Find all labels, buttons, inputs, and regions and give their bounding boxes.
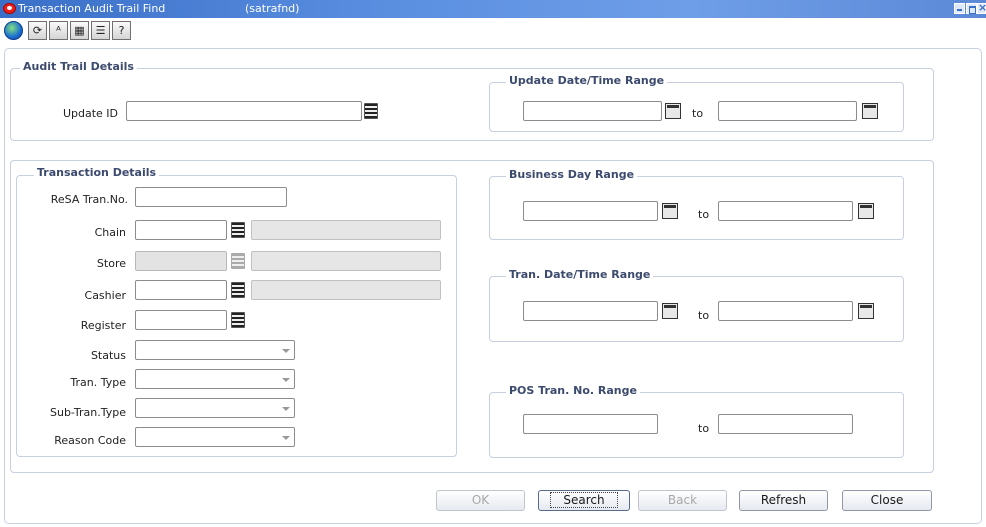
tran-datetime-to-input[interactable] [718, 301, 853, 321]
notes-icon[interactable]: ☰ [91, 21, 110, 40]
search-button[interactable]: Search [538, 490, 630, 511]
status-select[interactable] [135, 340, 295, 360]
close-button[interactable]: Close [842, 490, 932, 511]
transaction-details-title: Transaction Details [34, 166, 160, 179]
oracle-logo-icon [3, 3, 16, 14]
chevron-down-icon [282, 378, 290, 382]
business-day-from-input[interactable] [523, 201, 658, 221]
reason-code-label: Reason Code [54, 434, 126, 447]
chevron-down-icon [282, 436, 290, 440]
chain-label: Chain [94, 226, 126, 239]
toolbar: ⟳ ᴬ ▦ ☰ ? [0, 18, 986, 44]
tran-datetime-to-calendar-icon[interactable] [858, 303, 874, 319]
update-to-input[interactable] [718, 101, 857, 121]
store-input [135, 251, 227, 271]
panel-rule [170, 68, 470, 69]
tran-datetime-from-input[interactable] [523, 301, 658, 321]
update-range-title: Update Date/Time Range [506, 74, 668, 87]
business-day-to-calendar-icon[interactable] [858, 203, 874, 219]
cashier-description [251, 280, 441, 300]
globe-icon[interactable] [4, 21, 23, 40]
search-button-label: Search [550, 492, 618, 508]
help-icon[interactable]: ? [112, 21, 131, 40]
tran-datetime-to-label: to [698, 309, 710, 322]
minimize-icon[interactable] [954, 3, 965, 14]
pos-tran-from-input[interactable] [523, 414, 658, 434]
business-day-to-label: to [698, 208, 710, 221]
translate-icon[interactable]: ᴬ [49, 21, 68, 40]
reason-code-select[interactable] [135, 427, 295, 447]
chevron-down-icon [282, 349, 290, 353]
tran-datetime-from-calendar-icon[interactable] [662, 303, 678, 319]
store-label: Store [96, 257, 126, 270]
pos-tran-to-input[interactable] [718, 414, 853, 434]
calendar-icon[interactable]: ▦ [70, 21, 89, 40]
window-form-code: (satrafnd) [245, 2, 300, 15]
register-lov-icon[interactable] [231, 312, 245, 328]
cashier-label: Cashier [84, 289, 126, 302]
window-title: Transaction Audit Trail Find [18, 2, 166, 15]
tran-type-select[interactable] [135, 369, 295, 389]
chain-lov-icon[interactable] [231, 222, 245, 238]
update-id-input[interactable] [126, 101, 362, 121]
status-label: Status [90, 349, 126, 362]
register-input[interactable] [135, 310, 227, 330]
audit-trail-title: Audit Trail Details [20, 60, 137, 73]
title-bar: Transaction Audit Trail Find (satrafnd) [0, 0, 986, 18]
register-label: Register [80, 319, 126, 332]
store-description [251, 251, 441, 271]
pos-tran-title: POS Tran. No. Range [506, 384, 640, 397]
update-id-label: Update ID [62, 107, 118, 120]
sub-tran-type-label: Sub-Tran.Type [50, 406, 126, 419]
update-from-calendar-icon[interactable] [665, 103, 681, 119]
chevron-down-icon [282, 407, 290, 411]
store-lov-icon [231, 253, 245, 269]
close-window-icon[interactable] [977, 1, 986, 14]
back-button[interactable]: Back [638, 490, 727, 511]
tran-datetime-title: Tran. Date/Time Range [506, 268, 654, 281]
resa-tran-label: ReSA Tran.No. [50, 193, 128, 206]
business-day-title: Business Day Range [506, 168, 638, 181]
refresh-button[interactable]: Refresh [739, 490, 828, 511]
update-id-lov-icon[interactable] [364, 103, 378, 119]
pos-tran-to-label: to [698, 422, 710, 435]
cashier-lov-icon[interactable] [231, 282, 245, 298]
chain-input[interactable] [135, 220, 227, 240]
business-day-from-calendar-icon[interactable] [662, 203, 678, 219]
maximize-icon[interactable] [966, 3, 977, 14]
resa-tran-input[interactable] [135, 187, 287, 207]
chain-description [251, 220, 441, 240]
update-to-label: to [692, 107, 704, 120]
sub-tran-type-select[interactable] [135, 398, 295, 418]
tran-type-label: Tran. Type [70, 376, 126, 389]
cashier-input[interactable] [135, 280, 227, 300]
update-from-input[interactable] [523, 101, 662, 121]
update-to-calendar-icon[interactable] [862, 103, 878, 119]
history-icon[interactable]: ⟳ [28, 21, 47, 40]
ok-button[interactable]: OK [436, 490, 525, 511]
business-day-to-input[interactable] [718, 201, 853, 221]
